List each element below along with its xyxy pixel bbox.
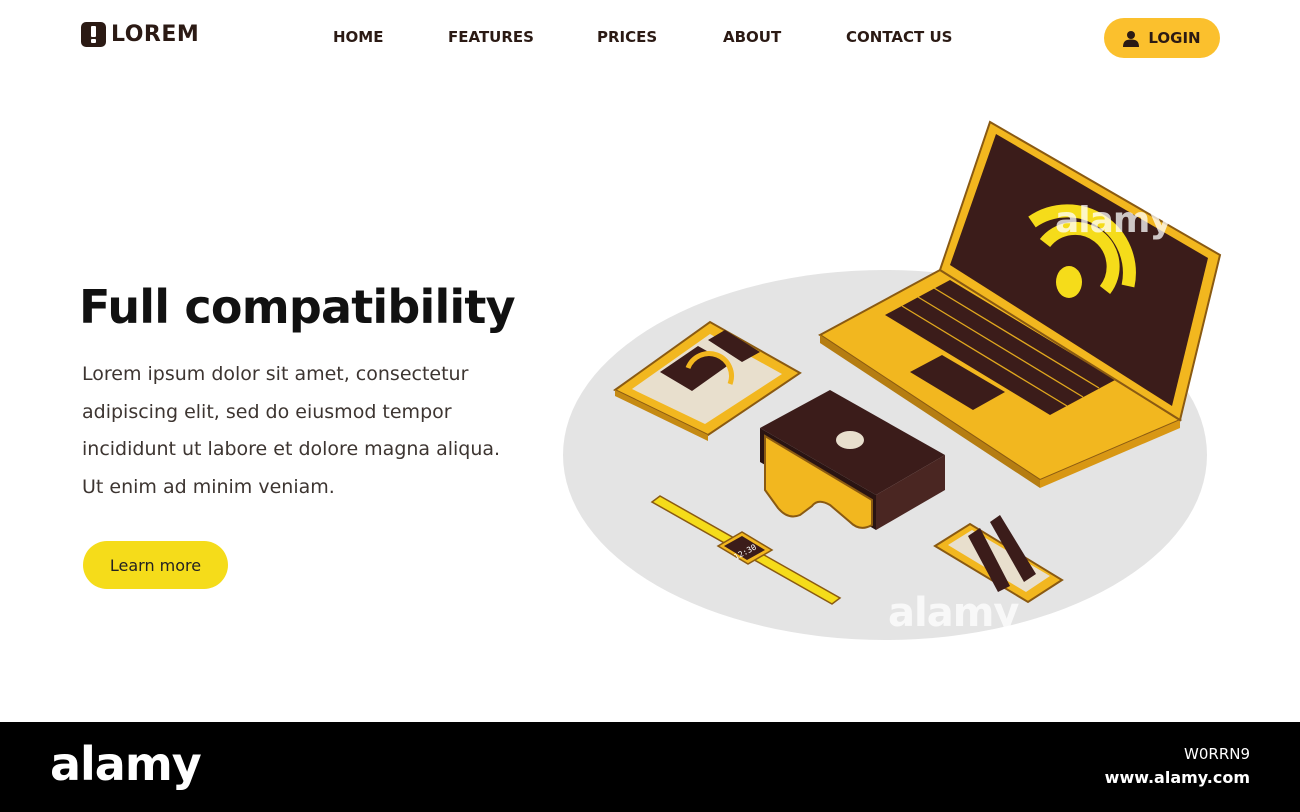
footer-url[interactable]: www.alamy.com [1105,768,1250,787]
footer-image-id: W0RRN9 [1184,745,1250,763]
nav-prices[interactable]: PRICES [597,28,657,46]
watermark: alamy [1055,200,1173,241]
nav-contact-us[interactable]: CONTACT US [846,28,952,46]
watermark-2: alamy [888,590,1019,636]
user-icon [1123,30,1140,47]
login-label: LOGIN [1148,29,1201,47]
footer-brand: alamy [50,737,202,791]
learn-more-button[interactable]: Learn more [83,541,228,589]
nav-about[interactable]: ABOUT [723,28,781,46]
nav-features[interactable]: FEATURES [448,28,534,46]
nav-home[interactable]: HOME [333,28,383,46]
login-button[interactable]: LOGIN [1104,18,1220,58]
site-header: LOREM HOME FEATURES PRICES ABOUT CONTACT… [0,0,1300,76]
hero-title: Full compatibility [79,280,516,334]
hero-description: Lorem ipsum dolor sit amet, consectetur … [82,363,501,498]
devices-illustration: 12:30 [563,120,1222,640]
